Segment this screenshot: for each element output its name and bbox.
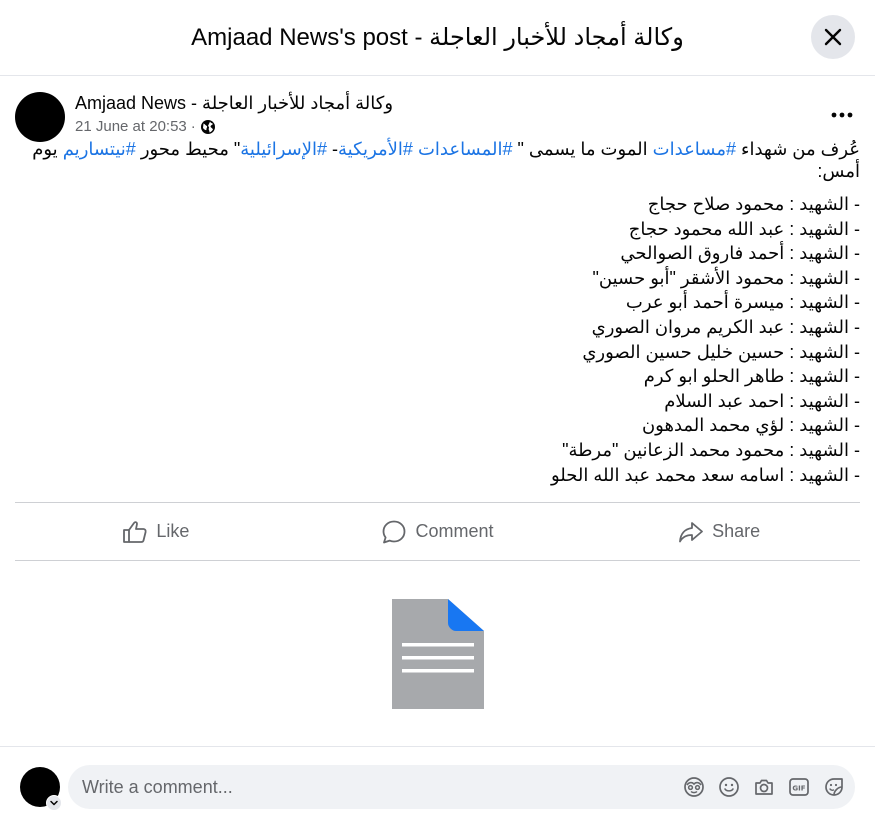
dialog-title: وكالة أمجاد للأخبار العاجلة - Amjaad New… (191, 24, 684, 51)
martyr-list-item: - الشهيد : أحمد فاروق الصوالحي (620, 243, 860, 264)
comment-label: Comment (415, 521, 494, 541)
martyr-list-item: - الشهيد : احمد عبد السلام (664, 390, 860, 411)
martyr-list-item: - الشهيد : حسين خليل حسين الصوري (582, 341, 860, 362)
hashtag-link[interactable]: #المساعدات (418, 139, 513, 159)
comment-input-box[interactable]: GIF (68, 765, 855, 809)
comment-button[interactable]: Comment (297, 503, 579, 560)
hashtag-link[interactable]: #الأمريكية (338, 139, 413, 159)
dialog-header: وكالة أمجاد للأخبار العاجلة - Amjaad New… (0, 0, 875, 76)
share-arrow-icon (679, 521, 704, 542)
post-timestamp[interactable]: 21 June at 20:53 (75, 118, 187, 135)
close-button[interactable] (811, 15, 855, 59)
martyr-list-item: - الشهيد : محمود الأشقر "أبو حسين" (592, 267, 861, 288)
sticker-button[interactable] (822, 775, 845, 798)
camera-button[interactable] (752, 775, 775, 798)
comment-bubble-icon (383, 520, 406, 543)
comment-composer: GIF (0, 746, 875, 832)
attachment-area (0, 562, 875, 746)
like-label: Like (156, 521, 190, 541)
comment-input[interactable] (68, 765, 628, 809)
author-avatar[interactable] (15, 92, 65, 142)
intro-text: عُرف من شهداء (736, 139, 860, 159)
chevron-down-icon (50, 800, 58, 806)
martyr-list-item: - الشهيد : طاهر الحلو ابو كرم (643, 366, 860, 387)
more-options-icon (831, 112, 853, 118)
martyr-list-item: - الشهيد : محمود صلاح حجاج (647, 194, 860, 214)
martyr-list-item: - الشهيد : عبد الله محمود حجاج (628, 218, 860, 239)
intro-text: " محيط محور (135, 139, 241, 159)
martyr-list-item: - الشهيد : ميسرة أحمد أبو عرب (625, 292, 860, 313)
intro-text: - (327, 139, 339, 159)
share-button[interactable]: Share (578, 503, 860, 560)
thumbs-up-icon (123, 520, 147, 543)
intro-text: الموت ما يسمى " (512, 139, 653, 159)
hashtag-link[interactable]: #الإسرائيلية (240, 139, 327, 159)
sticker-icon (824, 777, 843, 796)
post-action-bar: Like Comment Share (15, 502, 860, 561)
post-header: وكالة أمجاد للأخبار العاجلة - Amjaad New… (15, 90, 860, 142)
share-label: Share (712, 521, 761, 541)
martyr-list-item: - الشهيد : لؤي محمد المدهون (641, 415, 860, 436)
globe-icon (200, 119, 215, 134)
like-button[interactable]: Like (15, 503, 297, 560)
martyr-list-item: - الشهيد : عبد الكريم مروان الصوري (591, 316, 860, 337)
camera-icon (754, 779, 773, 795)
document-icon[interactable] (391, 599, 484, 709)
hashtag-link[interactable]: #مساعدات (653, 139, 736, 159)
emoji-button[interactable] (717, 775, 740, 798)
gif-button[interactable]: GIF (787, 775, 810, 798)
emoji-icon (718, 776, 739, 797)
hashtag-link[interactable]: #نيتساريم (63, 139, 136, 159)
avatar-menu-chevron[interactable] (46, 795, 62, 811)
composer-icon-row: GIF (682, 775, 845, 798)
author-name[interactable]: وكالة أمجاد للأخبار العاجلة - Amjaad New… (75, 93, 393, 114)
martyr-list-item: - الشهيد : محمود محمد الزعانين "مرطة" (562, 439, 860, 460)
meta-separator: · (190, 118, 196, 135)
martyr-list-item: - الشهيد : اسامه سعد محمد عبد الله الحلو (551, 464, 860, 485)
post-meta: 21 June at 20:53 · (75, 118, 216, 135)
gif-icon: GIF (788, 777, 809, 796)
post-intro: عُرف من شهداء #مساعدات الموت ما يسمى " #… (15, 138, 860, 182)
svg-text:GIF: GIF (792, 784, 805, 792)
post-body: عُرف من شهداء #مساعدات الموت ما يسمى " #… (15, 138, 860, 487)
avatar-sticker-button[interactable] (682, 775, 705, 798)
close-icon (824, 28, 842, 46)
post-options-button[interactable] (824, 100, 860, 130)
avatar-sticker-icon (683, 776, 704, 797)
